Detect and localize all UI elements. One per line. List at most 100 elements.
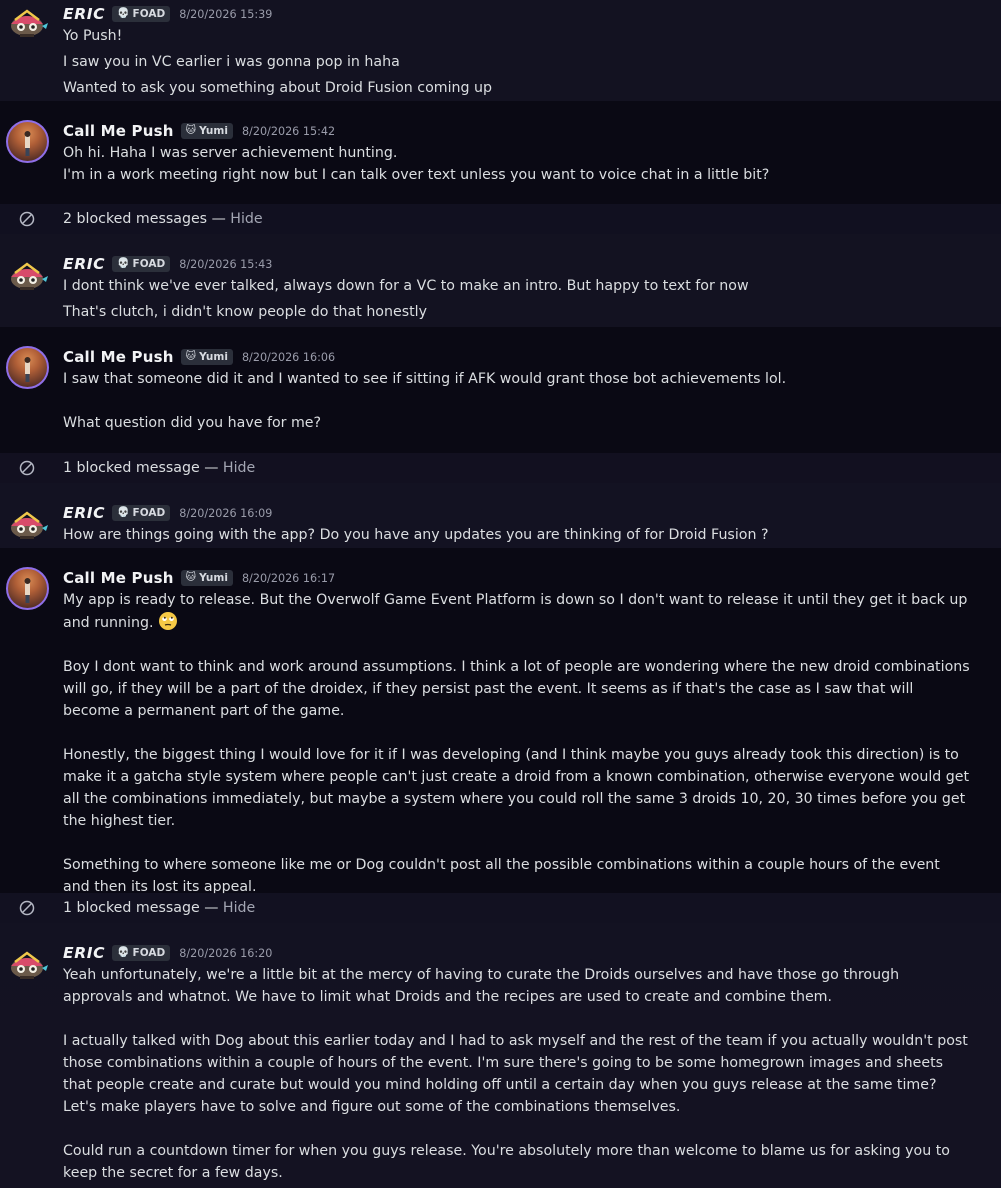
blocked-icon bbox=[19, 900, 35, 916]
cat-icon: 🐱 bbox=[185, 351, 197, 362]
message-paragraph: Something to where someone like me or Do… bbox=[63, 857, 940, 895]
guild-tag[interactable]: 💀 FOAD bbox=[112, 6, 171, 22]
hide-link[interactable]: Hide bbox=[223, 900, 255, 916]
message-line: Yo Push! bbox=[63, 28, 123, 44]
guild-tag-label: FOAD bbox=[132, 8, 166, 20]
cat-icon: 🐱 bbox=[185, 572, 197, 583]
message-header: ERIC 💀 FOAD 8/20/2026 16:20 bbox=[63, 942, 971, 964]
message-header: ERIC 💀 FOAD 8/20/2026 15:39 bbox=[63, 3, 971, 25]
message-paragraph: I actually talked with Dog about this ea… bbox=[63, 1033, 968, 1115]
message-group: ERIC 💀 FOAD 8/20/2026 15:39 Yo Push! I s… bbox=[0, 0, 1001, 101]
timestamp: 8/20/2026 16:17 bbox=[241, 571, 336, 585]
face-with-rolling-eyes-icon[interactable] bbox=[158, 611, 178, 631]
avatar[interactable] bbox=[6, 120, 49, 163]
message-line: Wanted to ask you something about Droid … bbox=[63, 80, 493, 96]
timestamp: 8/20/2026 16:06 bbox=[241, 350, 336, 364]
skull-icon: 💀 bbox=[117, 8, 130, 19]
droid-avatar-icon bbox=[11, 9, 48, 37]
guild-tag-label: Yumi bbox=[199, 125, 228, 137]
avatar[interactable] bbox=[6, 944, 49, 987]
avatar[interactable] bbox=[6, 2, 49, 45]
guild-tag[interactable]: 💀 FOAD bbox=[112, 945, 171, 961]
hide-link[interactable]: Hide bbox=[230, 211, 262, 227]
message-paragraph: Yeah unfortunately, we're a little bit a… bbox=[63, 967, 900, 1005]
author-name[interactable]: Call Me Push bbox=[63, 122, 174, 140]
author-name[interactable]: ERIC bbox=[63, 504, 105, 522]
skull-icon: 💀 bbox=[117, 507, 130, 518]
timestamp: 8/20/2026 15:39 bbox=[179, 7, 273, 21]
message-group: Call Me Push 🐱 Yumi 8/20/2026 16:06 I sa… bbox=[0, 327, 1001, 453]
blocked-icon bbox=[19, 460, 35, 476]
message-line: That's clutch, i didn't know people do t… bbox=[63, 304, 427, 320]
message-line: How are things going with the app? Do yo… bbox=[63, 527, 769, 543]
person-avatar-icon bbox=[24, 578, 31, 603]
guild-tag[interactable]: 🐱 Yumi bbox=[180, 123, 233, 139]
message-group: Call Me Push 🐱 Yumi 8/20/2026 16:17 My a… bbox=[0, 548, 1001, 895]
message-line: I saw you in VC earlier i was gonna pop … bbox=[63, 54, 400, 70]
avatar[interactable] bbox=[6, 567, 49, 610]
blocked-messages-bar[interactable]: 1 blocked message — Hide bbox=[0, 453, 1001, 483]
message-line: What question did you have for me? bbox=[63, 415, 322, 431]
author-name[interactable]: ERIC bbox=[63, 944, 105, 962]
blocked-messages-bar[interactable]: 1 blocked message — Hide bbox=[0, 893, 1001, 923]
message-text: My app is ready to release. But the Over… bbox=[63, 592, 968, 631]
message-header: Call Me Push 🐱 Yumi 8/20/2026 16:17 bbox=[63, 567, 971, 589]
message-group: Call Me Push 🐱 Yumi 8/20/2026 15:42 Oh h… bbox=[0, 101, 1001, 204]
avatar[interactable] bbox=[6, 504, 49, 547]
message-group: ERIC 💀 FOAD 8/20/2026 15:43 I dont think… bbox=[0, 234, 1001, 327]
message-group: ERIC 💀 FOAD 8/20/2026 16:20 Yeah unfortu… bbox=[0, 923, 1001, 1188]
message-header: Call Me Push 🐱 Yumi 8/20/2026 16:06 bbox=[63, 346, 971, 368]
skull-icon: 💀 bbox=[117, 258, 130, 269]
guild-tag-label: Yumi bbox=[199, 572, 228, 584]
guild-tag-label: FOAD bbox=[132, 947, 166, 959]
message-paragraph: Honestly, the biggest thing I would love… bbox=[63, 747, 970, 829]
author-name[interactable]: Call Me Push bbox=[63, 348, 174, 366]
message-paragraph: Boy I dont want to think and work around… bbox=[63, 659, 970, 719]
blocked-count: 1 blocked message bbox=[63, 900, 200, 916]
chat-messages: ERIC 💀 FOAD 8/20/2026 15:39 Yo Push! I s… bbox=[0, 0, 1001, 1188]
timestamp: 8/20/2026 15:43 bbox=[179, 257, 273, 271]
droid-avatar-icon bbox=[11, 511, 48, 539]
timestamp: 8/20/2026 15:42 bbox=[241, 124, 336, 138]
author-name[interactable]: ERIC bbox=[63, 255, 105, 273]
timestamp: 8/20/2026 16:09 bbox=[179, 506, 273, 520]
message-paragraph: Could run a countdown timer for when you… bbox=[63, 1143, 950, 1181]
message-group: ERIC 💀 FOAD 8/20/2026 16:09 How are thin… bbox=[0, 483, 1001, 548]
droid-avatar-icon bbox=[11, 262, 48, 290]
message-line: Oh hi. Haha I was server achievement hun… bbox=[63, 145, 398, 161]
message-paragraph: My app is ready to release. But the Over… bbox=[63, 589, 971, 634]
guild-tag-label: FOAD bbox=[132, 258, 166, 270]
author-name[interactable]: ERIC bbox=[63, 5, 105, 23]
cat-icon: 🐱 bbox=[185, 125, 197, 136]
timestamp: 8/20/2026 16:20 bbox=[179, 946, 273, 960]
avatar[interactable] bbox=[6, 346, 49, 389]
message-line: I'm in a work meeting right now but I ca… bbox=[63, 167, 770, 183]
guild-tag[interactable]: 💀 FOAD bbox=[112, 256, 171, 272]
guild-tag[interactable]: 💀 FOAD bbox=[112, 505, 171, 521]
author-name[interactable]: Call Me Push bbox=[63, 569, 174, 587]
blocked-count: 1 blocked message bbox=[63, 460, 200, 476]
guild-tag-label: FOAD bbox=[132, 507, 166, 519]
hide-link[interactable]: Hide bbox=[223, 460, 255, 476]
blocked-messages-bar[interactable]: 2 blocked messages — Hide bbox=[0, 204, 1001, 234]
person-avatar-icon bbox=[24, 357, 31, 382]
skull-icon: 💀 bbox=[117, 947, 130, 958]
blocked-icon bbox=[19, 211, 35, 227]
guild-tag[interactable]: 🐱 Yumi bbox=[180, 349, 233, 365]
person-avatar-icon bbox=[24, 131, 31, 156]
message-line: I saw that someone did it and I wanted t… bbox=[63, 371, 787, 387]
message-header: Call Me Push 🐱 Yumi 8/20/2026 15:42 bbox=[63, 120, 971, 142]
blocked-count: 2 blocked messages bbox=[63, 211, 208, 227]
guild-tag[interactable]: 🐱 Yumi bbox=[180, 570, 233, 586]
guild-tag-label: Yumi bbox=[199, 351, 228, 363]
message-line: I dont think we've ever talked, always d… bbox=[63, 278, 749, 294]
droid-avatar-icon bbox=[11, 951, 48, 979]
avatar[interactable] bbox=[6, 255, 49, 298]
message-header: ERIC 💀 FOAD 8/20/2026 15:43 bbox=[63, 253, 971, 275]
